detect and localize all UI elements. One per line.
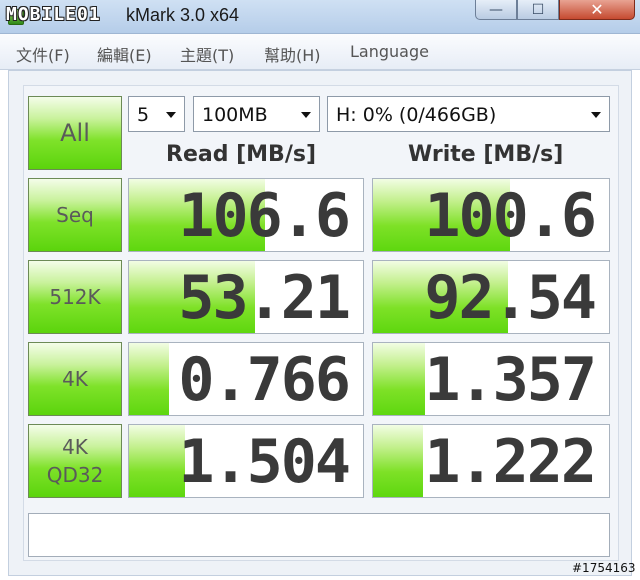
post-id-badge: #1754163 bbox=[572, 561, 636, 575]
4k-write-value: 1.357 bbox=[424, 345, 597, 415]
512k-read-result: 53.21 bbox=[128, 260, 364, 334]
4k-read-value: 0.766 bbox=[178, 345, 351, 415]
512k-read-value: 53.21 bbox=[178, 263, 351, 333]
menu-help[interactable]: 幫助(H) bbox=[264, 42, 321, 66]
seq-write-result: 100.6 bbox=[372, 178, 610, 252]
comment-input[interactable] bbox=[28, 513, 610, 557]
read-header: Read [MB/s] bbox=[166, 142, 317, 167]
maximize-button[interactable]: ☐ bbox=[517, 0, 559, 20]
512k-write-value: 92.54 bbox=[424, 263, 597, 333]
4k-read-result: 0.766 bbox=[128, 342, 364, 416]
chevron-down-icon bbox=[591, 112, 601, 118]
menu-edit[interactable]: 編輯(E) bbox=[97, 42, 152, 66]
chevron-down-icon bbox=[166, 112, 176, 118]
drive-select[interactable]: H: 0% (0/466GB) bbox=[327, 96, 610, 132]
write-header: Write [MB/s] bbox=[408, 142, 564, 167]
4k-write-bar bbox=[373, 343, 425, 415]
4k-test-button[interactable]: 4K bbox=[28, 342, 122, 416]
seq-read-value: 106.6 bbox=[178, 181, 351, 251]
4k-qd32-read-bar bbox=[129, 425, 186, 497]
512k-test-button[interactable]: 512K bbox=[28, 260, 122, 334]
4k-qd32-write-bar bbox=[373, 425, 423, 497]
4k-qd32-test-button[interactable]: 4K QD32 bbox=[28, 424, 122, 498]
seq-read-result: 106.6 bbox=[128, 178, 364, 252]
4k-qd32-read-value: 1.504 bbox=[178, 427, 351, 497]
chevron-down-icon bbox=[301, 112, 311, 118]
title-bar: MOBILE01 kMark 3.0 x64 — ☐ ✕ bbox=[0, 0, 640, 34]
test-count-select[interactable]: 5 bbox=[128, 96, 185, 132]
4k-read-bar bbox=[129, 343, 169, 415]
menu-file[interactable]: 文件(F) bbox=[16, 42, 70, 66]
test-size-select[interactable]: 100MB bbox=[193, 96, 320, 132]
watermark-logo: MOBILE01 bbox=[6, 4, 101, 25]
menu-language[interactable]: Language bbox=[350, 42, 429, 61]
menu-theme[interactable]: 主題(T) bbox=[180, 42, 234, 66]
window-title: kMark 3.0 x64 bbox=[126, 5, 240, 25]
4k-qd32-write-value: 1.222 bbox=[424, 427, 597, 497]
close-button[interactable]: ✕ bbox=[559, 0, 635, 20]
4k-write-result: 1.357 bbox=[372, 342, 610, 416]
seq-test-button[interactable]: Seq bbox=[28, 178, 122, 252]
seq-write-value: 100.6 bbox=[424, 181, 597, 251]
test-size-value: 100MB bbox=[202, 104, 268, 126]
4k-qd32-read-result: 1.504 bbox=[128, 424, 364, 498]
4k-qd32-write-result: 1.222 bbox=[372, 424, 610, 498]
run-all-button[interactable]: All bbox=[28, 96, 122, 170]
minimize-button[interactable]: — bbox=[475, 0, 517, 20]
drive-value: H: 0% (0/466GB) bbox=[336, 104, 497, 126]
512k-write-result: 92.54 bbox=[372, 260, 610, 334]
menu-bar: 文件(F) 編輯(E) 主題(T) 幫助(H) Language bbox=[0, 34, 640, 70]
test-count-value: 5 bbox=[137, 104, 150, 126]
